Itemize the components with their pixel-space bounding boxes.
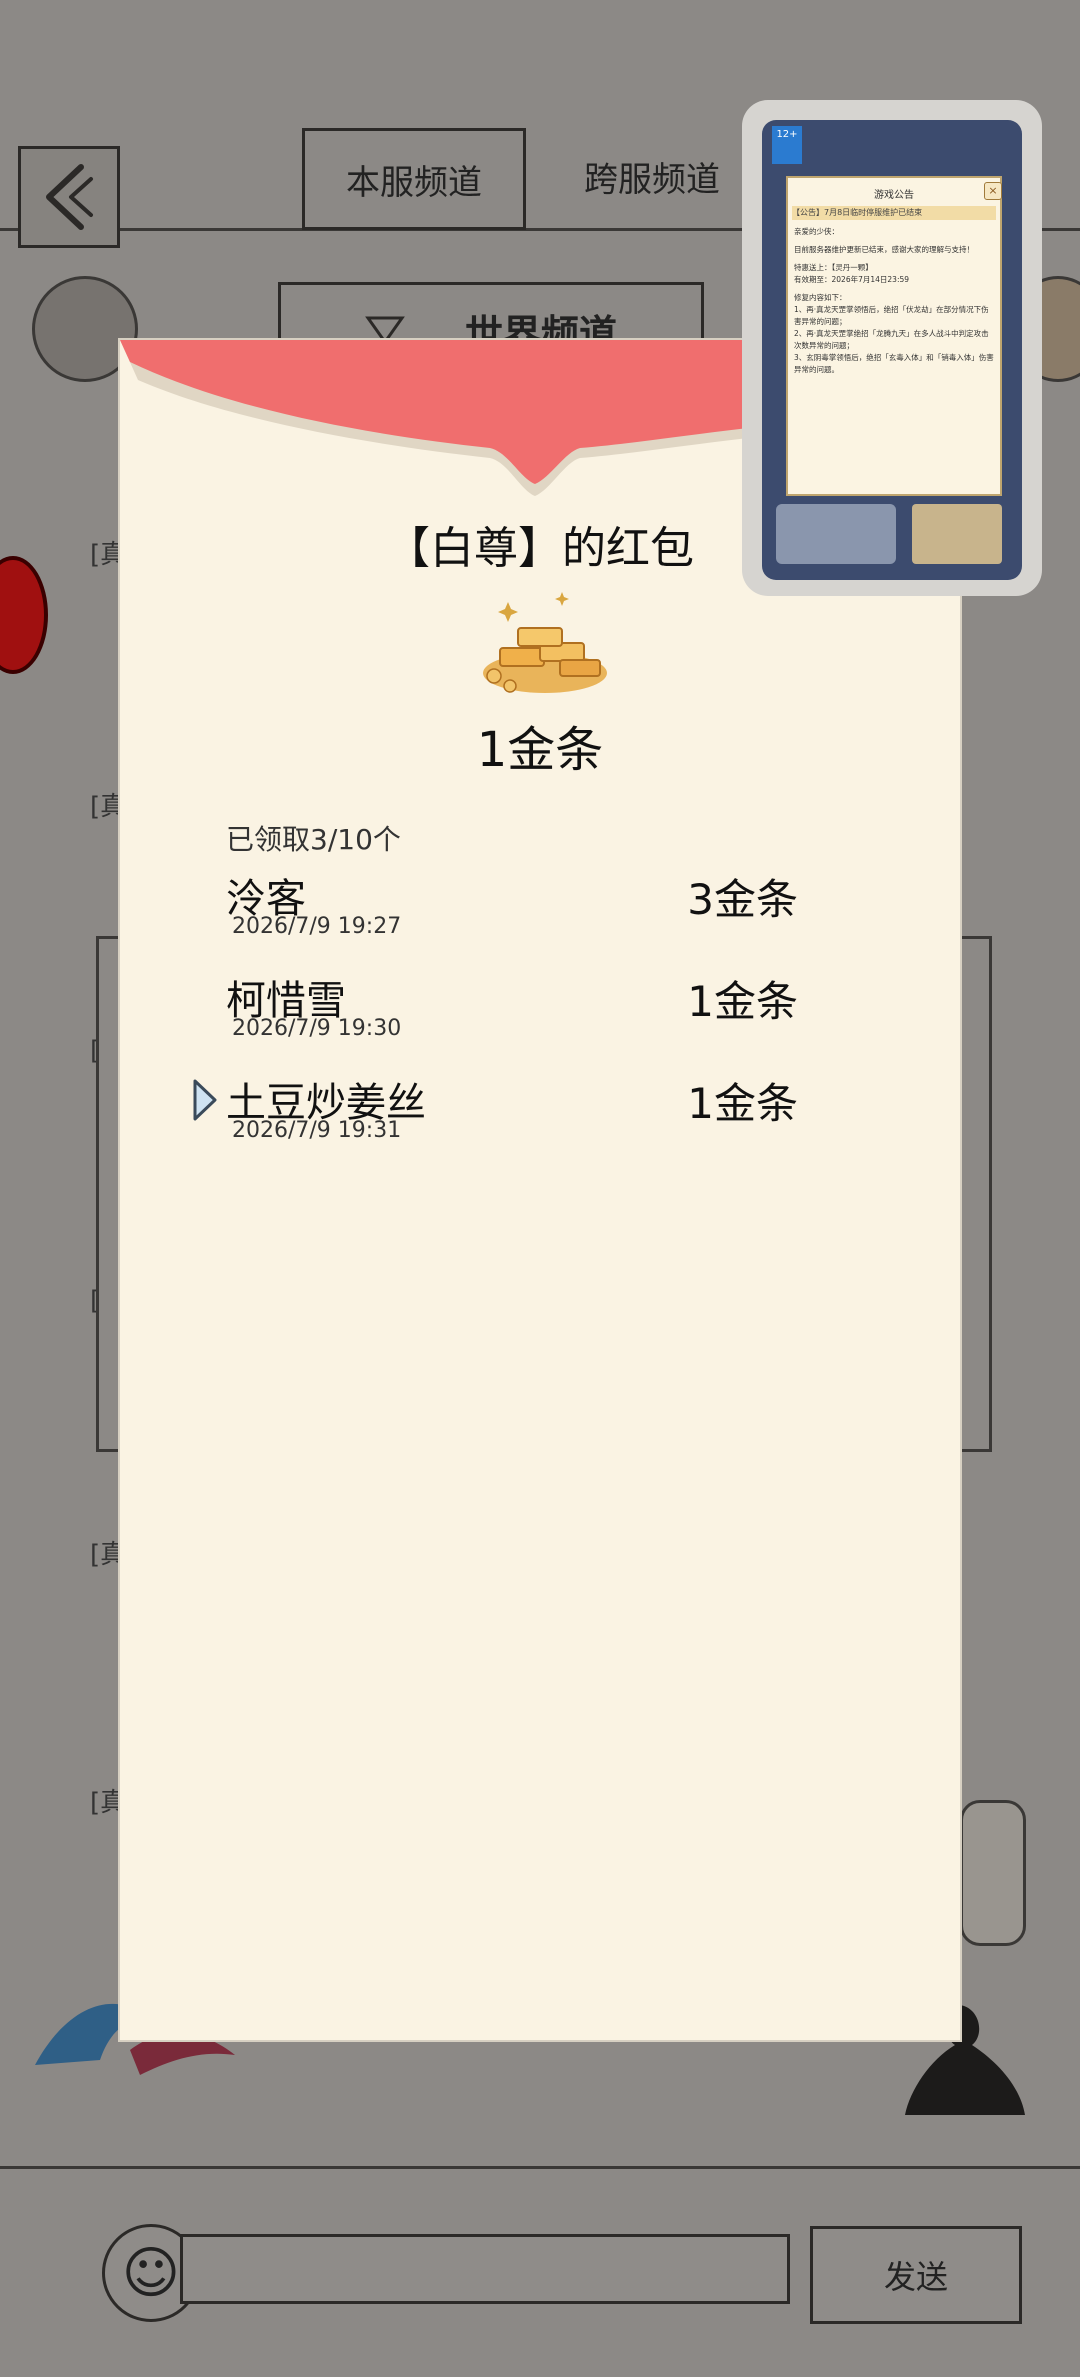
gold-bars-icon [483, 592, 607, 693]
notice-line: 2、再·真龙天罡掌绝招「龙腾九天」在多人战斗中判定攻击次数异常的问题； [794, 329, 989, 350]
notice-line: 3、玄阴毒掌领悟后，绝招「玄毒入体」和「销毒入体」伤害异常的问题。 [794, 353, 994, 374]
notice-body: 亲爱的少侠： 目前服务器维护更新已结束，感谢大家的理解与支持！ 特惠送上：【灵丹… [794, 226, 994, 376]
send-button[interactable]: 发送 [810, 2226, 1022, 2324]
back-arrow-icon [46, 164, 93, 230]
record-amount: 3金条 [687, 875, 798, 924]
notice-line: 亲爱的少侠： [794, 227, 839, 236]
self-marker-icon [193, 1079, 217, 1121]
keypad-decoration [776, 504, 896, 564]
notice-line: 目前服务器维护更新已结束，感谢大家的理解与支持！ [794, 245, 974, 254]
red-packet-amount: 1金条 [476, 722, 604, 778]
screenshot-thumbnail[interactable]: 12+ 游戏公告 × 【公告】7月8日临时停服维护已结束 亲爱的少侠： 目前服务… [762, 120, 1022, 580]
chat-bubble [960, 1800, 1026, 1946]
scroll-decoration [912, 504, 1002, 564]
record-time: 2026/7/9 19:27 [232, 914, 402, 939]
notice-title: 游戏公告 [874, 190, 914, 201]
age-rating-badge: 12+ [772, 126, 802, 164]
close-icon[interactable]: × [984, 182, 1002, 200]
tab-cross-server[interactable]: 跨服频道 [552, 128, 752, 224]
record-time: 2026/7/9 19:30 [232, 1016, 402, 1041]
tab-local-server[interactable]: 本服频道 [302, 128, 526, 230]
record-amount: 1金条 [687, 1079, 798, 1128]
notice-line: 修复内容如下： [794, 293, 847, 302]
notice-banner: 【公告】7月8日临时停服维护已结束 [792, 206, 996, 220]
chat-input[interactable] [180, 2234, 790, 2304]
claimed-status: 已领取3/10个 [226, 823, 401, 856]
record-amount: 1金条 [687, 977, 798, 1026]
record-time: 2026/7/9 19:31 [232, 1118, 402, 1143]
notice-line: 特惠送上：【灵丹一颗】 [794, 263, 873, 272]
notice-line: 1、再·真龙天罡掌领悟后，绝招「伏龙劫」在部分情况下伤害异常的问题； [794, 305, 989, 326]
notice-line: 有效期至：2026年7月14日23:59 [794, 275, 910, 284]
notice-panel: 游戏公告 × 【公告】7月8日临时停服维护已结束 亲爱的少侠： 目前服务器维护更… [786, 176, 1002, 496]
back-button[interactable] [18, 146, 120, 248]
footer-divider [0, 2166, 1080, 2169]
laughing-face-icon: ☺ [121, 2240, 181, 2306]
